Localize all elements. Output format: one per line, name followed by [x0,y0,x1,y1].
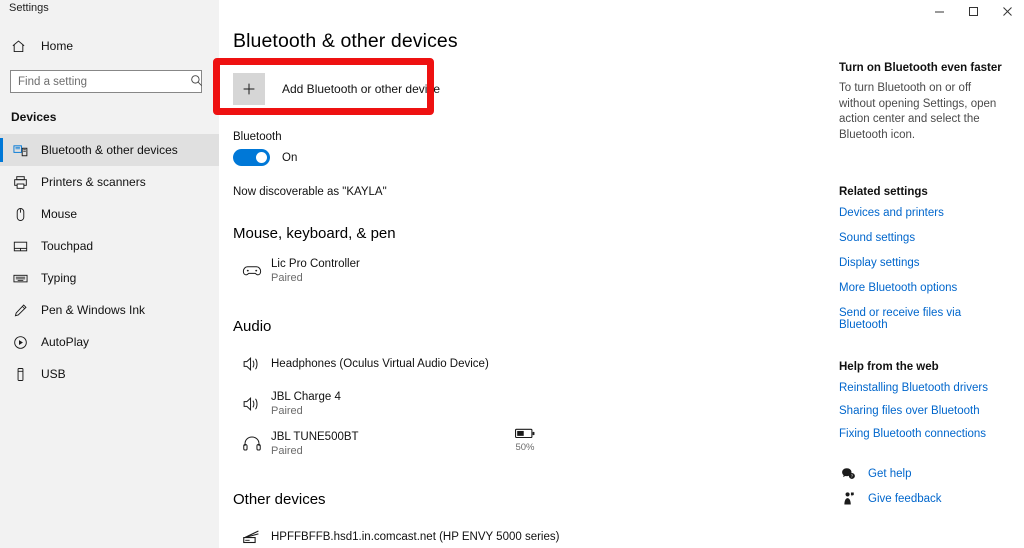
bluetooth-toggle-state: On [282,151,298,164]
give-feedback-icon [839,491,857,506]
right-panel-actions: ? Get help Give feedback [839,466,1010,506]
home-label: Home [41,39,74,53]
get-help-label: Get help [868,467,912,480]
device-status: Paired [271,272,303,284]
maximize-button[interactable] [956,0,990,22]
settings-window: Settings Home Find a setting Devices Blu… [0,0,1024,548]
sidebar-item-autoplay[interactable]: AutoPlay [0,326,219,358]
device-row[interactable]: JBL Charge 4 Paired [233,384,829,424]
related-settings-title: Related settings [839,186,928,198]
related-link-devices-and-printers[interactable]: Devices and printers [839,207,1010,219]
device-name: Lic Pro Controller [271,258,360,270]
related-link-display-settings[interactable]: Display settings [839,257,1010,269]
close-button[interactable] [990,0,1024,22]
group-title: Other devices [233,491,326,508]
help-from-web-title: Help from the web [839,361,939,373]
toggle-knob [256,152,267,163]
battery-indicator: 50% [515,428,535,453]
sidebar-item-label: Printers & scanners [41,175,146,189]
device-row[interactable]: JBL TUNE500BT Paired 50% [233,424,829,464]
device-row[interactable]: Lic Pro Controller Paired [233,251,829,291]
device-name: Headphones (Oculus Virtual Audio Device) [271,358,489,370]
get-help-icon: ? [839,466,857,481]
help-link-sharing-files-over-bluetooth[interactable]: Sharing files over Bluetooth [839,405,1010,417]
printer-icon [11,175,29,190]
scanner-icon [237,526,267,548]
sidebar-item-label: Pen & Windows Ink [41,303,146,317]
keyboard-icon [11,271,29,286]
help-link-fixing-bluetooth-connections[interactable]: Fixing Bluetooth connections [839,428,1010,440]
sidebar-item-touchpad[interactable]: Touchpad [0,230,219,262]
right-panel: Turn on Bluetooth even faster To turn Bl… [829,0,1024,548]
sidebar-item-home[interactable]: Home [0,32,219,60]
device-name: JBL Charge 4 [271,391,341,403]
mouse-icon [11,207,29,222]
sidebar-item-mouse[interactable]: Mouse [0,198,219,230]
device-text: HPFFBFFB.hsd1.in.comcast.net (HP ENVY 50… [271,530,559,544]
tip-body: To turn Bluetooth on or off without open… [839,82,997,141]
group-title: Mouse, keyboard, & pen [233,225,396,242]
help-link-reinstalling-bluetooth-drivers[interactable]: Reinstalling Bluetooth drivers [839,382,1010,394]
get-help-action[interactable]: ? Get help [839,466,1010,481]
add-bluetooth-or-other-device-button[interactable]: Add Bluetooth or other device [233,73,440,105]
home-icon [11,39,29,54]
sidebar-item-label: Typing [41,271,77,285]
related-link-send-receive-files[interactable]: Send or receive files via Bluetooth [839,307,1010,331]
sidebar-item-label: USB [41,367,66,381]
touchpad-icon [11,239,29,254]
device-text: JBL TUNE500BT Paired [271,430,359,458]
sidebar-item-label: AutoPlay [41,335,90,349]
bluetooth-toggle[interactable] [233,149,270,166]
device-status: Paired [271,445,303,457]
window-title: Settings [9,2,49,14]
give-feedback-label: Give feedback [868,492,942,505]
discoverable-text: Now discoverable as "KAYLA" [233,186,387,198]
sidebar-item-label: Bluetooth & other devices [41,143,178,157]
speaker-icon [237,353,267,375]
sidebar-item-label: Mouse [41,207,78,221]
sidebar-item-label: Touchpad [41,239,94,253]
usb-icon [11,367,29,382]
sidebar-item-printers-scanners[interactable]: Printers & scanners [0,166,219,198]
device-name: HPFFBFFB.hsd1.in.comcast.net (HP ENVY 50… [271,531,560,543]
device-row[interactable]: HPFFBFFB.hsd1.in.comcast.net (HP ENVY 50… [233,517,829,548]
main-content: Bluetooth & other devices Add Bluetooth … [219,0,829,548]
plus-icon [233,73,265,105]
sidebar-item-usb[interactable]: USB [0,358,219,390]
bluetooth-devices-icon [11,143,29,158]
give-feedback-action[interactable]: Give feedback [839,491,1010,506]
sidebar-section-title: Devices [11,110,57,124]
bluetooth-label: Bluetooth [233,131,282,143]
device-row[interactable]: Headphones (Oculus Virtual Audio Device) [233,344,829,384]
device-text: Lic Pro Controller Paired [271,257,360,285]
related-link-more-bluetooth-options[interactable]: More Bluetooth options [839,282,1010,294]
pen-icon [11,303,29,318]
battery-percent: 50% [515,442,535,453]
related-link-sound-settings[interactable]: Sound settings [839,232,1010,244]
bluetooth-toggle-row: On [233,149,829,166]
sidebar-nav: Bluetooth & other devices Printers & sca… [0,134,219,390]
headset-icon [237,433,267,455]
search-input[interactable] [10,70,202,93]
page-title: Bluetooth & other devices [233,30,458,52]
device-text: JBL Charge 4 Paired [271,390,341,418]
group-title: Audio [233,318,272,335]
minimize-button[interactable] [922,0,956,22]
device-name: JBL TUNE500BT [271,431,359,443]
search-container [10,70,209,93]
main-inner: Bluetooth & other devices Add Bluetooth … [219,30,829,548]
add-device-label: Add Bluetooth or other device [282,82,441,96]
device-status: Paired [271,405,303,417]
speaker-icon [237,393,267,415]
sidebar-item-typing[interactable]: Typing [0,262,219,294]
gamepad-icon [237,260,267,282]
window-controls [922,0,1024,22]
tip-title: Turn on Bluetooth even faster [839,62,1002,74]
sidebar-item-bluetooth-other-devices[interactable]: Bluetooth & other devices [0,134,219,166]
sidebar-item-pen-windows-ink[interactable]: Pen & Windows Ink [0,294,219,326]
battery-icon [515,428,535,439]
sidebar: Home Devices [0,0,219,548]
autoplay-icon [11,335,29,350]
device-text: Headphones (Oculus Virtual Audio Device) [271,357,489,371]
